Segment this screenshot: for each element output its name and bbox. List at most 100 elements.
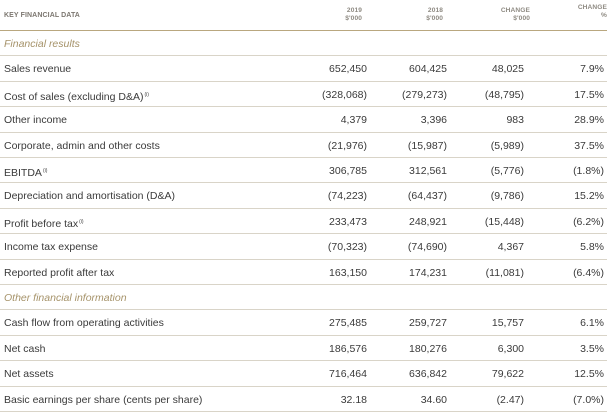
row-label: Basic earnings per share (cents per shar…: [4, 394, 202, 406]
row-label-text: Cost of sales (excluding D&A): [4, 90, 144, 103]
value-change: 48,025: [491, 63, 524, 76]
value-2018: (74,690): [407, 241, 447, 254]
value-change-percent: 5.8%: [580, 241, 604, 254]
table-row: Net cash 186,576 180,276 6,300 3.5%: [0, 336, 607, 362]
row-label-text: Depreciation and amortisation (D&A): [4, 190, 175, 203]
value-2018: 180,276: [409, 342, 447, 355]
table-row: Basic earnings per share (cents per shar…: [0, 387, 607, 412]
value-change-percent: 37.5%: [574, 139, 604, 152]
section-header: Other financial information: [0, 285, 607, 311]
row-label-text: Sales revenue: [4, 63, 72, 76]
value-change-percent: 17.5%: [574, 88, 604, 101]
footnote-marker: (i): [79, 218, 84, 225]
value-2019: (74,223): [327, 190, 367, 203]
row-label: Profit before tax(i): [4, 216, 84, 230]
value-change-percent: (6.2%): [573, 215, 604, 228]
column-header-change-amount: CHANGE $'000: [500, 7, 530, 22]
row-label: Income tax expense: [4, 241, 98, 253]
row-label-text: Income tax expense: [4, 241, 98, 254]
row-label-text: Net assets: [4, 368, 54, 381]
row-label: Reported profit after tax: [4, 267, 114, 279]
column-header-change-percent: CHANGE %: [577, 4, 607, 19]
value-change: (11,081): [485, 266, 524, 279]
row-label-text: Corporate, admin and other costs: [4, 139, 160, 152]
column-header-2019: 2019 $'000: [345, 7, 362, 22]
value-2019: (21,976): [327, 139, 367, 152]
row-label-text: Net cash: [4, 342, 46, 355]
value-2019: 186,576: [329, 342, 367, 355]
value-change: (9,786): [490, 190, 524, 203]
value-2018: (15,987): [407, 139, 447, 152]
value-2018: 312,561: [409, 165, 447, 177]
table-row: Net assets 716,464 636,842 79,622 12.5%: [0, 361, 607, 387]
row-label: Cost of sales (excluding D&A)(i): [4, 89, 149, 103]
value-2018: 636,842: [409, 368, 447, 381]
table-row: Cash flow from operating activities 275,4…: [0, 310, 607, 336]
table-row: Corporate, admin and other costs (21,976)…: [0, 133, 607, 158]
value-change: (2.47): [496, 393, 524, 406]
table-row: Reported profit after tax 163,150 174,231 (…: [0, 260, 607, 285]
value-change-percent: (6.4%): [573, 266, 604, 279]
value-2018: (279,273): [402, 88, 447, 101]
value-change-percent: 28.9%: [574, 114, 604, 127]
table-row: Depreciation and amortisation (D&A) (74,2…: [0, 183, 607, 209]
value-change: (5,989): [490, 139, 524, 152]
row-label: Net cash: [4, 343, 45, 355]
row-label: Corporate, admin and other costs: [4, 140, 160, 152]
value-2019: 32.18: [340, 393, 367, 406]
value-2018: (64,437): [407, 190, 447, 203]
value-change-percent: (1.8%): [573, 165, 604, 177]
value-change: (5,776): [490, 165, 524, 177]
row-label-text: Profit before tax: [4, 217, 79, 230]
table-row: Profit before tax(i) 233,473 248,921 (15,44…: [0, 209, 607, 235]
value-change: 6,300: [497, 342, 524, 355]
row-label: Net assets: [4, 368, 54, 380]
row-label-text: Reported profit after tax: [4, 266, 115, 279]
value-change: 983: [506, 114, 524, 127]
row-label-text: Other income: [4, 114, 68, 127]
footnote-marker: (i): [42, 168, 48, 174]
value-2019: 163,150: [329, 266, 367, 279]
table-row: Sales revenue 652,450 604,425 48,025 7.9%: [0, 56, 607, 82]
row-label: EBITDA(i): [4, 165, 47, 179]
table-row: Income tax expense (70,323) (74,690) 4,367 5…: [0, 234, 607, 260]
column-header-2018: 2018 $'000: [426, 7, 443, 22]
value-2018: 34.60: [420, 393, 447, 406]
value-change-percent: 7.9%: [580, 63, 604, 76]
value-2018: 259,727: [409, 317, 447, 330]
section-header: Financial results: [0, 31, 607, 57]
value-2018: 3,396: [420, 114, 447, 127]
value-change-percent: 15.2%: [574, 190, 604, 203]
row-label: Depreciation and amortisation (D&A): [4, 190, 175, 202]
row-label-text: Basic earnings per share (cents per shar…: [4, 393, 203, 406]
row-label-text: EBITDA: [4, 167, 42, 179]
value-2019: 716,464: [329, 368, 367, 381]
table-header: KEY FINANCIAL DATA 2019 $'000 2018 $'000…: [0, 0, 607, 31]
key-financial-data-table: KEY FINANCIAL DATA 2019 $'000 2018 $'000…: [0, 0, 607, 412]
footnote-marker: (i): [144, 91, 149, 98]
value-change-percent: 3.5%: [580, 342, 604, 355]
table-row: Cost of sales (excluding D&A)(i) (328,068…: [0, 82, 607, 108]
value-2018: 248,921: [409, 215, 447, 228]
row-label: Other income: [4, 114, 67, 126]
value-2018: 604,425: [409, 63, 447, 76]
value-change: (48,795): [484, 88, 524, 101]
value-2019: (70,323): [327, 241, 367, 254]
table-title: KEY FINANCIAL DATA: [4, 12, 80, 19]
value-change: 4,367: [497, 241, 524, 254]
value-change: 79,622: [491, 368, 524, 381]
value-change-percent: 12.5%: [574, 368, 604, 381]
section-title: Financial results: [4, 38, 80, 50]
value-change: (15,448): [484, 215, 524, 228]
table-row: Other income 4,379 3,396 983 28.9%: [0, 107, 607, 133]
value-change-percent: (7.0%): [573, 393, 604, 406]
value-2019: 275,485: [329, 317, 367, 330]
value-2019: 4,379: [340, 114, 367, 127]
section-title: Other financial information: [4, 292, 127, 304]
table-row: EBITDA(i) 306,785 312,561 (5,776) (1.8%): [0, 158, 607, 184]
row-label: Sales revenue: [4, 63, 71, 75]
value-2019: 306,785: [329, 165, 367, 177]
row-label: Cash flow from operating activities: [4, 317, 164, 329]
value-2018: 174,231: [409, 266, 447, 279]
value-2019: (328,068): [322, 88, 367, 101]
